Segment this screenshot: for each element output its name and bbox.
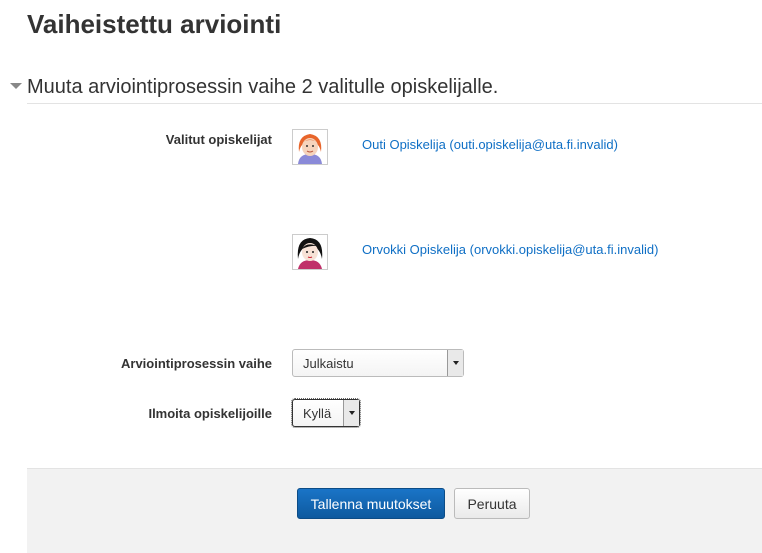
collapse-toggle-icon[interactable] [10,83,22,89]
student-link-orvokki[interactable]: Orvokki Opiskelija (orvokki.opiskelija@u… [362,242,658,257]
student-avatar-outi [292,129,328,165]
workflow-state-label: Arviointiprosessin vaihe [121,356,272,371]
section-divider [27,103,762,104]
dropdown-arrow-icon[interactable] [343,400,359,426]
selected-students-label: Valitut opiskelijat [165,132,272,147]
dropdown-arrow-icon[interactable] [447,350,463,376]
notify-students-label: Ilmoita opiskelijoille [148,406,272,421]
student-link-outi[interactable]: Outi Opiskelija (outi.opiskelija@uta.fi.… [362,137,618,152]
notify-students-value: Kyllä [303,405,332,421]
section-legend-text: Muuta arviointiprosessin vaihe 2 valitul… [27,75,499,98]
notify-students-select[interactable]: Kyllä [291,398,361,428]
cancel-button[interactable]: Peruuta [454,488,530,519]
workflow-state-value: Julkaistu [303,355,354,371]
save-changes-button[interactable]: Tallenna muutokset [297,488,445,519]
student-avatar-orvokki [292,234,328,270]
workflow-state-select[interactable]: Julkaistu [292,349,464,377]
page-title: Vaiheistettu arviointi [27,9,282,39]
section-legend[interactable]: Muuta arviointiprosessin vaihe 2 valitul… [10,70,762,104]
